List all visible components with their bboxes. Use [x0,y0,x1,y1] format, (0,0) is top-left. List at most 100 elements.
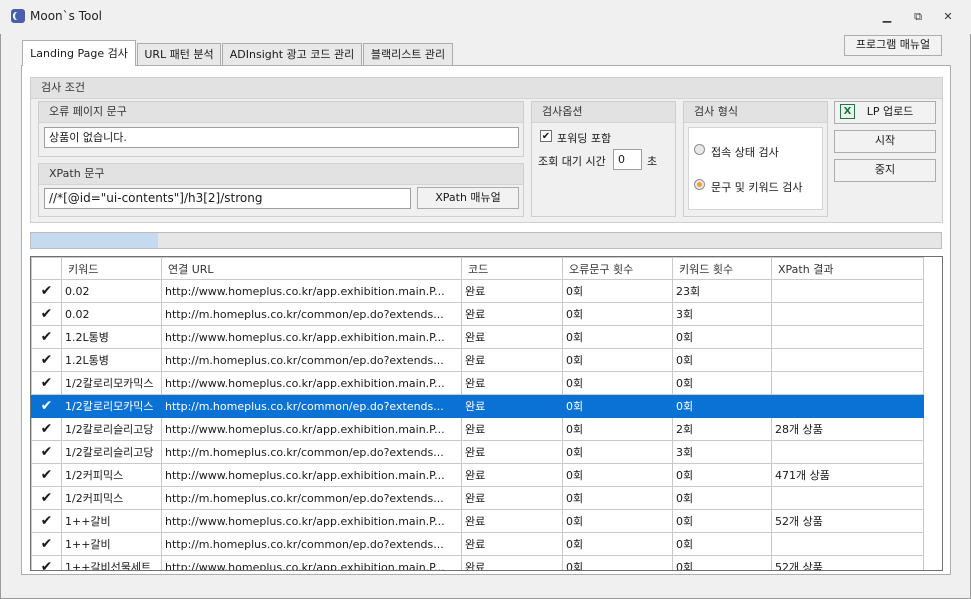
row-error-count: 0회 [562,279,673,303]
wait-time-input[interactable]: 0 [613,149,642,170]
column-header-error-count[interactable]: 오류문구 횟수 [562,257,673,280]
row-xpath-result: 52개 상품 [771,555,924,570]
column-header-code[interactable]: 코드 [461,257,563,280]
row-url: http://m.homeplus.co.kr/common/ep.do?ext… [161,532,462,556]
stop-button[interactable]: 중지 [834,159,936,182]
row-code: 완료 [461,532,563,556]
row-code: 완료 [461,348,563,372]
start-button[interactable]: 시작 [834,130,936,153]
row-keyword-count: 0회 [672,463,772,487]
table-row[interactable]: ✔ 1/2커피믹스 http://www.homeplus.co.kr/app.ex… [31,463,924,487]
minimize-icon[interactable]: ▁ [879,10,895,24]
table-row[interactable]: ✔ 0.02 http://www.homeplus.co.kr/app.exhib… [31,279,924,303]
row-check-icon: ✔ [31,279,62,303]
xpath-manual-button[interactable]: XPath 매뉴얼 [417,187,519,209]
row-error-count: 0회 [562,509,673,533]
row-error-count: 0회 [562,486,673,510]
column-header-url[interactable]: 연결 URL [161,257,462,280]
table-row[interactable]: ✔ 1/2칼로리모카믹스 http://www.homeplus.co.kr/app… [31,371,924,395]
row-keyword-count: 23회 [672,279,772,303]
row-error-count: 0회 [562,348,673,372]
row-xpath-result [771,302,924,326]
table-row[interactable]: ✔ 1/2칼로리모카믹스 http://m.homeplus.co.kr/commo… [31,394,924,418]
row-error-count: 0회 [562,394,673,418]
row-xpath-result: 28개 상품 [771,417,924,441]
table-row[interactable]: ✔ 1/2커피믹스 http://m.homeplus.co.kr/common/e… [31,486,924,510]
format-options-box [688,127,823,210]
row-check-icon: ✔ [31,417,62,441]
table-row[interactable]: ✔ 1.2L통병 http://www.homeplus.co.kr/app.exh… [31,325,924,349]
tab-adinsight[interactable]: ADInsight 광고 코드 관리 [222,43,362,65]
row-check-icon: ✔ [31,440,62,464]
row-code: 완료 [461,279,563,303]
row-xpath-result [771,348,924,372]
results-table: 키워드 연결 URL 코드 오류문구 횟수 키워드 횟수 XPath 결과 ✔ 0… [31,257,924,570]
window-title: Moon`s Tool [30,9,103,23]
row-keyword: 0.02 [61,279,162,303]
row-code: 완료 [461,394,563,418]
row-check-icon: ✔ [31,486,62,510]
table-row[interactable]: ✔ 0.02 http://m.homeplus.co.kr/common/ep.d… [31,302,924,326]
row-keyword: 1++갈비 [61,509,162,533]
tab-blacklist[interactable]: 블랙리스트 관리 [363,43,453,65]
status-check-label: 접속 상태 검사 [711,146,779,159]
row-xpath-result [771,486,924,510]
program-manual-button[interactable]: 프로그램 매뉴얼 [844,35,942,56]
status-check-radio[interactable] [694,144,705,155]
row-xpath-result [771,371,924,395]
row-keyword: 1/2커피믹스 [61,486,162,510]
text-keyword-radio[interactable] [694,179,705,190]
table-row[interactable]: ✔ 1/2칼로리슬리고당 http://m.homeplus.co.kr/commo… [31,440,924,464]
table-row[interactable]: ✔ 1++갈비 http://www.homeplus.co.kr/app.exhi… [31,509,924,533]
row-keyword: 1/2커피믹스 [61,463,162,487]
excel-icon: X [840,104,855,119]
row-keyword: 1.2L통병 [61,348,162,372]
table-row[interactable]: ✔ 1.2L통병 http://m.homeplus.co.kr/common/ep… [31,348,924,372]
close-icon[interactable]: ✕ [940,10,956,24]
row-code: 완료 [461,509,563,533]
row-keyword: 1++갈비 [61,532,162,556]
row-keyword: 1/2칼로리슬리고당 [61,440,162,464]
row-check-icon: ✔ [31,371,62,395]
xpath-input[interactable]: //*[@id="ui-contents"]/h3[2]/strong [44,188,411,209]
column-header-keyword[interactable]: 키워드 [61,257,162,280]
row-keyword-count: 2회 [672,417,772,441]
row-error-count: 0회 [562,440,673,464]
table-row[interactable]: ✔ 1++갈비선물세트 http://www.homeplus.co.kr/app.… [31,555,924,570]
wait-label: 조회 대기 시간 [538,155,606,168]
table-row[interactable]: ✔ 1/2칼로리슬리고당 http://www.homeplus.co.kr/app… [31,417,924,441]
row-xpath-result [771,532,924,556]
row-xpath-result [771,279,924,303]
row-code: 완료 [461,302,563,326]
row-check-icon: ✔ [31,302,62,326]
forwarding-label: 포워딩 포함 [557,132,612,145]
row-error-count: 0회 [562,532,673,556]
table-row[interactable]: ✔ 1++갈비 http://m.homeplus.co.kr/common/ep.… [31,532,924,556]
restore-icon[interactable]: ⧉ [910,10,926,24]
row-url: http://www.homeplus.co.kr/app.exhibition… [161,371,462,395]
column-header-keyword-count[interactable]: 키워드 횟수 [672,257,772,280]
row-code: 완료 [461,325,563,349]
tab-landing-page[interactable]: Landing Page 검사 [22,40,136,66]
row-error-count: 0회 [562,463,673,487]
row-url: http://www.homeplus.co.kr/app.exhibition… [161,279,462,303]
format-title: 검사 형식 [684,102,827,123]
row-url: http://www.homeplus.co.kr/app.exhibition… [161,325,462,349]
column-header-xpath-result[interactable]: XPath 결과 [771,257,924,280]
row-error-count: 0회 [562,555,673,570]
row-url: http://m.homeplus.co.kr/common/ep.do?ext… [161,394,462,418]
row-code: 완료 [461,555,563,570]
tab-url-pattern[interactable]: URL 패턴 분석 [137,43,221,65]
row-check-icon: ✔ [31,325,62,349]
row-check-icon: ✔ [31,394,62,418]
row-keyword: 1.2L통병 [61,325,162,349]
forwarding-checkbox[interactable]: ✔ [540,130,552,142]
row-keyword-count: 0회 [672,486,772,510]
row-url: http://m.homeplus.co.kr/common/ep.do?ext… [161,486,462,510]
column-header-check[interactable] [31,257,62,280]
row-xpath-result [771,440,924,464]
text-keyword-label: 문구 및 키워드 검사 [711,181,803,194]
row-code: 완료 [461,371,563,395]
row-check-icon: ✔ [31,463,62,487]
error-text-input[interactable]: 상품이 없습니다. [44,127,519,148]
